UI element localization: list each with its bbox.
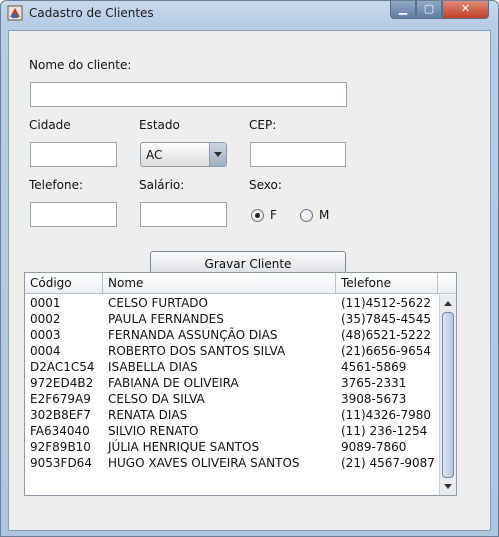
table-row[interactable]: FA634040 SILVIO RENATO (11) 236-1254 — [25, 423, 437, 439]
sexo-label: Sexo: — [249, 178, 282, 192]
close-icon: ✕ — [460, 2, 471, 15]
cell-codigo: E2F679A9 — [30, 392, 91, 406]
app-icon — [7, 5, 23, 21]
nome-label: Nome do cliente: — [29, 58, 132, 72]
sexo-option-m[interactable]: M — [300, 208, 329, 222]
cell-codigo: 0003 — [30, 328, 61, 342]
cell-codigo: 9053FD64 — [30, 456, 92, 470]
cell-telefone: (35)7845-4545 — [341, 312, 432, 326]
table-row[interactable]: 302B8EF7 RENATA DIAS (11)4326-7980 — [25, 407, 437, 423]
header-nome[interactable]: Nome — [108, 276, 143, 290]
table-body: 0001 CELSO FURTADO (11)4512-5622 0002 PAULA… — [25, 295, 437, 495]
chevron-down-icon[interactable] — [209, 143, 226, 166]
table-row[interactable]: 0003 FERNANDA ASSUNÇÃO DIAS (48)6521-5222 — [25, 327, 437, 343]
cidade-field[interactable] — [30, 142, 117, 167]
cell-codigo: 0004 — [30, 344, 61, 358]
estado-select[interactable]: AC — [140, 142, 227, 167]
scroll-thumb[interactable] — [442, 312, 454, 478]
scroll-up-icon[interactable] — [440, 295, 456, 311]
cell-codigo: D2AC1C54 — [30, 360, 95, 374]
cell-telefone: (48)6521-5222 — [341, 328, 432, 342]
radio-f-label: F — [270, 208, 277, 222]
header-codigo[interactable]: Código — [30, 276, 72, 290]
table-row[interactable]: 92F89B10 JÚLIA HENRIQUE SANTOS 9089-7860 — [25, 439, 437, 455]
estado-selected-value: AC — [146, 148, 163, 162]
table-header: Código Nome Telefone — [25, 273, 456, 294]
table-row[interactable]: 972ED4B2 FABIANA DE OLIVEIRA 3765-2331 — [25, 375, 437, 391]
nome-field[interactable] — [30, 82, 347, 107]
scroll-down-icon[interactable] — [440, 479, 456, 495]
header-divider — [437, 273, 438, 294]
header-telefone[interactable]: Telefone — [341, 276, 391, 290]
radio-f[interactable] — [251, 208, 264, 222]
cell-telefone: (11)4512-5622 — [341, 296, 432, 310]
minimize-icon: ▁ — [398, 2, 408, 15]
radio-m-label: M — [319, 208, 330, 222]
cep-field[interactable] — [250, 142, 346, 167]
clients-table: Código Nome Telefone 0001 CELSO FURTADO (1… — [24, 272, 457, 496]
cidade-label: Cidade — [29, 118, 71, 132]
table-row[interactable]: E2F679A9 CELSO DA SILVA 3908-5673 — [25, 391, 437, 407]
cell-codigo: 0002 — [30, 312, 61, 326]
vertical-scrollbar[interactable] — [439, 295, 456, 495]
cell-nome: FERNANDA ASSUNÇÃO DIAS — [108, 328, 278, 342]
table-row[interactable]: 9053FD64 HUGO XAVES OLIVEIRA SANTOS (21) 4… — [25, 455, 437, 471]
maximize-button[interactable]: ▢ — [416, 1, 442, 19]
cell-codigo: 302B8EF7 — [30, 408, 91, 422]
cell-telefone: 3908-5673 — [341, 392, 407, 406]
title-bar: Cadastro de Clientes ▁ ▢ ✕ — [1, 1, 498, 25]
cell-codigo: 92F89B10 — [30, 440, 91, 454]
sexo-option-f[interactable]: F — [251, 208, 277, 222]
cep-input[interactable] — [251, 143, 345, 166]
salario-input[interactable] — [141, 203, 226, 226]
cell-telefone: 3765-2331 — [341, 376, 407, 390]
window-title: Cadastro de Clientes — [29, 6, 154, 20]
cell-nome: CELSO FURTADO — [108, 296, 208, 310]
maximize-icon: ▢ — [423, 2, 435, 15]
table-row[interactable]: 0001 CELSO FURTADO (11)4512-5622 — [25, 295, 437, 311]
telefone-field[interactable] — [30, 202, 117, 227]
cell-codigo: 972ED4B2 — [30, 376, 94, 390]
salario-field[interactable] — [140, 202, 227, 227]
header-divider — [102, 273, 103, 294]
cell-telefone: (11)4326-7980 — [341, 408, 432, 422]
header-divider — [335, 273, 336, 294]
cell-telefone: 4561-5869 — [341, 360, 407, 374]
cell-telefone: (21)6656-9654 — [341, 344, 432, 358]
cidade-input[interactable] — [31, 143, 116, 166]
table-row[interactable]: 0004 ROBERTO DOS SANTOS SILVA (21)6656-965… — [25, 343, 437, 359]
cell-codigo: FA634040 — [30, 424, 90, 438]
minimize-button[interactable]: ▁ — [390, 1, 416, 19]
radio-m[interactable] — [300, 208, 313, 222]
cell-nome: PAULA FERNANDES — [108, 312, 224, 326]
cell-telefone: 9089-7860 — [341, 440, 407, 454]
cell-nome: RENATA DIAS — [108, 408, 188, 422]
cell-nome: HUGO XAVES OLIVEIRA SANTOS — [108, 456, 300, 470]
cell-telefone: (21) 4567-9087 — [341, 456, 435, 470]
nome-input[interactable] — [31, 83, 346, 106]
close-button[interactable]: ✕ — [442, 1, 489, 19]
telefone-label: Telefone: — [29, 178, 83, 192]
cell-nome: SILVIO RENATO — [108, 424, 199, 438]
cell-nome: ISABELLA DIAS — [108, 360, 198, 374]
cell-nome: JÚLIA HENRIQUE SANTOS — [108, 440, 260, 454]
cell-nome: CELSO DA SILVA — [108, 392, 205, 406]
cell-codigo: 0001 — [30, 296, 61, 310]
telefone-input[interactable] — [31, 203, 116, 226]
cell-nome: ROBERTO DOS SANTOS SILVA — [108, 344, 286, 358]
estado-label: Estado — [139, 118, 180, 132]
table-row[interactable]: D2AC1C54 ISABELLA DIAS 4561-5869 — [25, 359, 437, 375]
cell-nome: FABIANA DE OLIVEIRA — [108, 376, 239, 390]
cep-label: CEP: — [249, 118, 277, 132]
app-window: Cadastro de Clientes ▁ ▢ ✕ Nome do clien… — [0, 0, 499, 537]
cell-telefone: (11) 236-1254 — [341, 424, 428, 438]
salario-label: Salário: — [139, 178, 185, 192]
table-row[interactable]: 0002 PAULA FERNANDES (35)7845-4545 — [25, 311, 437, 327]
